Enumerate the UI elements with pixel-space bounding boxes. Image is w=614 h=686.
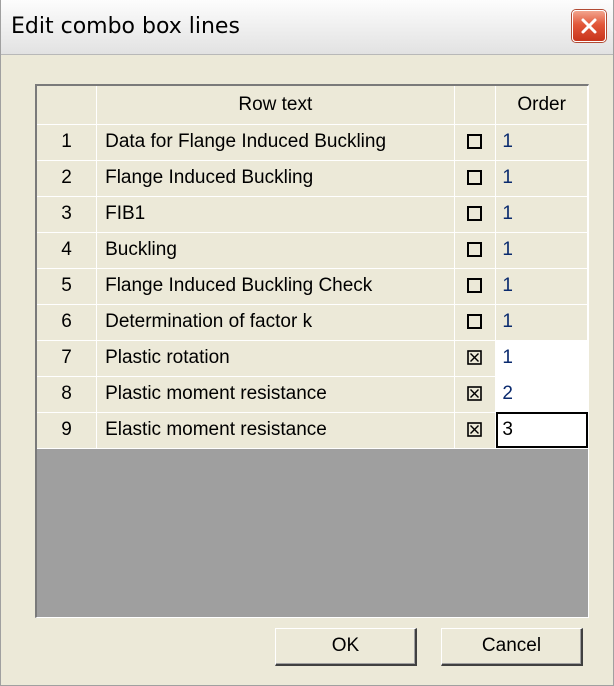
row-text-cell[interactable]: Data for Flange Induced Buckling bbox=[96, 124, 455, 161]
checkbox-checked-icon[interactable] bbox=[467, 386, 483, 402]
table-row[interactable]: 4 Buckling 1 bbox=[37, 232, 588, 269]
title-bar[interactable]: Edit combo box lines bbox=[1, 0, 613, 55]
table-row[interactable]: 5 Flange Induced Buckling Check 1 bbox=[37, 268, 588, 305]
dialog-title: Edit combo box lines bbox=[11, 14, 240, 39]
row-checkbox-cell[interactable] bbox=[454, 268, 497, 305]
row-order-cell[interactable]: 1 bbox=[495, 196, 588, 233]
row-order-cell[interactable]: 1 bbox=[495, 160, 588, 197]
column-header-order[interactable]: Order bbox=[495, 86, 588, 125]
row-checkbox-cell[interactable] bbox=[454, 160, 497, 197]
combo-lines-grid[interactable]: Row text Order 1 Data for Flange Induced … bbox=[35, 84, 589, 618]
row-number[interactable]: 6 bbox=[37, 304, 98, 341]
row-checkbox-cell[interactable] bbox=[454, 124, 497, 161]
row-text-cell[interactable]: Flange Induced Buckling bbox=[96, 160, 455, 197]
row-number[interactable]: 5 bbox=[37, 268, 98, 305]
row-checkbox-cell[interactable] bbox=[454, 340, 497, 377]
checkbox-unchecked-icon[interactable] bbox=[467, 242, 483, 258]
combo-lines-table: Row text Order 1 Data for Flange Induced … bbox=[37, 86, 588, 449]
column-header-row-text[interactable]: Row text bbox=[96, 86, 455, 125]
table-row[interactable]: 6 Determination of factor k 1 bbox=[37, 304, 588, 341]
row-order-cell[interactable]: 1 bbox=[495, 304, 588, 341]
row-number[interactable]: 2 bbox=[37, 160, 98, 197]
checkbox-unchecked-icon[interactable] bbox=[467, 170, 483, 186]
checkbox-unchecked-icon[interactable] bbox=[467, 314, 483, 330]
row-order-cell[interactable]: 2 bbox=[495, 376, 588, 413]
ok-button[interactable]: OK bbox=[275, 628, 417, 666]
table-row[interactable]: 7 Plastic rotation 1 bbox=[37, 340, 588, 377]
row-number[interactable]: 1 bbox=[37, 124, 98, 161]
table-row[interactable]: 9 Elastic moment resistance 3 bbox=[37, 412, 588, 449]
row-number[interactable]: 8 bbox=[37, 376, 98, 413]
row-number[interactable]: 4 bbox=[37, 232, 98, 269]
table-row[interactable]: 3 FIB1 1 bbox=[37, 196, 588, 233]
column-header-number bbox=[37, 86, 98, 125]
row-checkbox-cell[interactable] bbox=[454, 196, 497, 233]
row-checkbox-cell[interactable] bbox=[454, 304, 497, 341]
row-order-cell[interactable]: 3 bbox=[495, 412, 588, 449]
row-text-cell[interactable]: Elastic moment resistance bbox=[96, 412, 455, 449]
row-text-cell[interactable]: Buckling bbox=[96, 232, 455, 269]
checkbox-checked-icon[interactable] bbox=[467, 422, 483, 438]
row-text-cell[interactable]: FIB1 bbox=[96, 196, 455, 233]
row-number[interactable]: 3 bbox=[37, 196, 98, 233]
row-text-cell[interactable]: Flange Induced Buckling Check bbox=[96, 268, 455, 305]
checkbox-unchecked-icon[interactable] bbox=[467, 206, 483, 222]
row-order-cell[interactable]: 1 bbox=[495, 268, 588, 305]
row-text-cell[interactable]: Determination of factor k bbox=[96, 304, 455, 341]
close-icon bbox=[581, 18, 597, 34]
table-row[interactable]: 1 Data for Flange Induced Buckling 1 bbox=[37, 124, 588, 161]
row-text-cell[interactable]: Plastic moment resistance bbox=[96, 376, 455, 413]
cancel-button[interactable]: Cancel bbox=[441, 628, 583, 666]
row-order-cell[interactable]: 1 bbox=[495, 124, 588, 161]
close-button[interactable] bbox=[572, 10, 606, 42]
row-number[interactable]: 9 bbox=[37, 412, 98, 449]
table-row[interactable]: 2 Flange Induced Buckling 1 bbox=[37, 160, 588, 197]
row-number[interactable]: 7 bbox=[37, 340, 98, 377]
row-checkbox-cell[interactable] bbox=[454, 232, 497, 269]
row-order-cell[interactable]: 1 bbox=[495, 340, 588, 377]
checkbox-unchecked-icon[interactable] bbox=[467, 134, 483, 150]
row-checkbox-cell[interactable] bbox=[454, 376, 497, 413]
row-order-cell[interactable]: 1 bbox=[495, 232, 588, 269]
table-row[interactable]: 8 Plastic moment resistance 2 bbox=[37, 376, 588, 413]
checkbox-unchecked-icon[interactable] bbox=[467, 278, 483, 294]
row-text-cell[interactable]: Plastic rotation bbox=[96, 340, 455, 377]
row-checkbox-cell[interactable] bbox=[454, 412, 497, 449]
checkbox-checked-icon[interactable] bbox=[467, 350, 483, 366]
edit-combo-box-lines-dialog: Edit combo box lines Row text Order 1 Dat… bbox=[0, 0, 614, 686]
column-header-check bbox=[454, 86, 497, 125]
table-header-row: Row text Order bbox=[37, 86, 588, 125]
